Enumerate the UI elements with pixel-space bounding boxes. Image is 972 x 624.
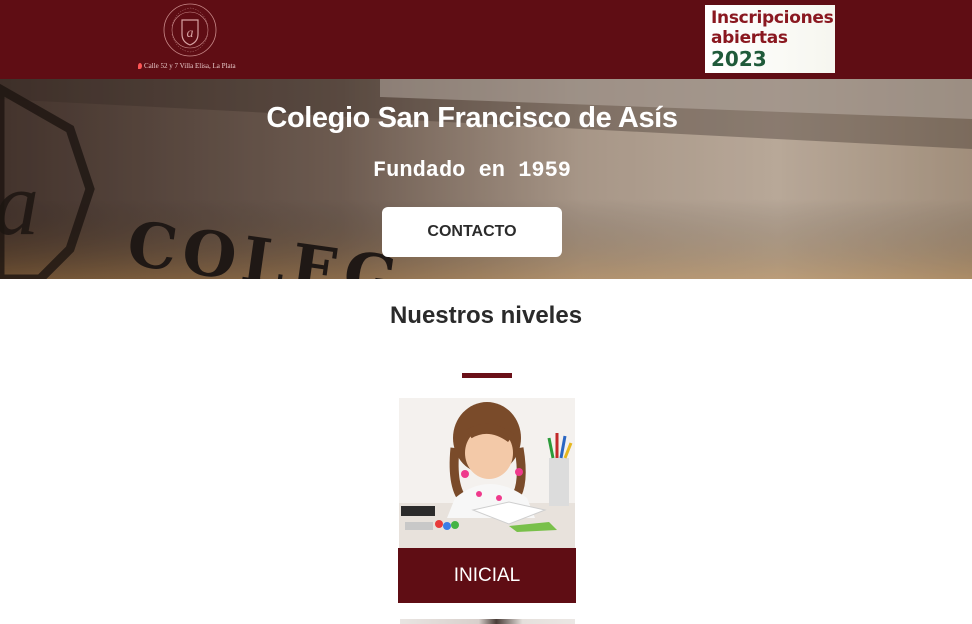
school-address: Calle 52 y 7 Villa Elisa, La Plata — [138, 62, 258, 70]
enrollment-banner[interactable]: Inscripciones abiertas 2023 — [705, 5, 835, 73]
section-divider — [462, 373, 512, 378]
pin-icon — [138, 63, 142, 70]
contact-button[interactable]: CONTACTO — [382, 207, 562, 257]
enrollment-banner-line1: Inscripciones — [711, 8, 834, 28]
girl-studying-image — [399, 398, 575, 548]
levels-section-title: Nuestros niveles — [389, 302, 583, 329]
top-header: a Calle 52 y 7 Villa Elisa, La Plata Ins… — [0, 0, 972, 79]
level-card-inicial[interactable]: INICIAL — [398, 398, 576, 603]
enrollment-banner-year: 2023 — [711, 47, 767, 71]
level-image-inicial — [399, 398, 575, 548]
school-seal-logo: a — [163, 3, 217, 57]
enrollment-banner-line2: abiertas — [711, 28, 788, 48]
hero-title: Colegio San Francisco de Asís — [266, 102, 678, 134]
level-card-next-partial[interactable] — [400, 619, 575, 624]
svg-text:a: a — [187, 26, 194, 41]
school-logo[interactable]: a Calle 52 y 7 Villa Elisa, La Plata — [138, 2, 240, 74]
hero-subtitle: Fundado en 1959 — [372, 158, 572, 183]
level-label-inicial: INICIAL — [398, 548, 576, 603]
hero-section: a COLEG Colegio San Francisco de Asís Fu… — [0, 79, 972, 279]
